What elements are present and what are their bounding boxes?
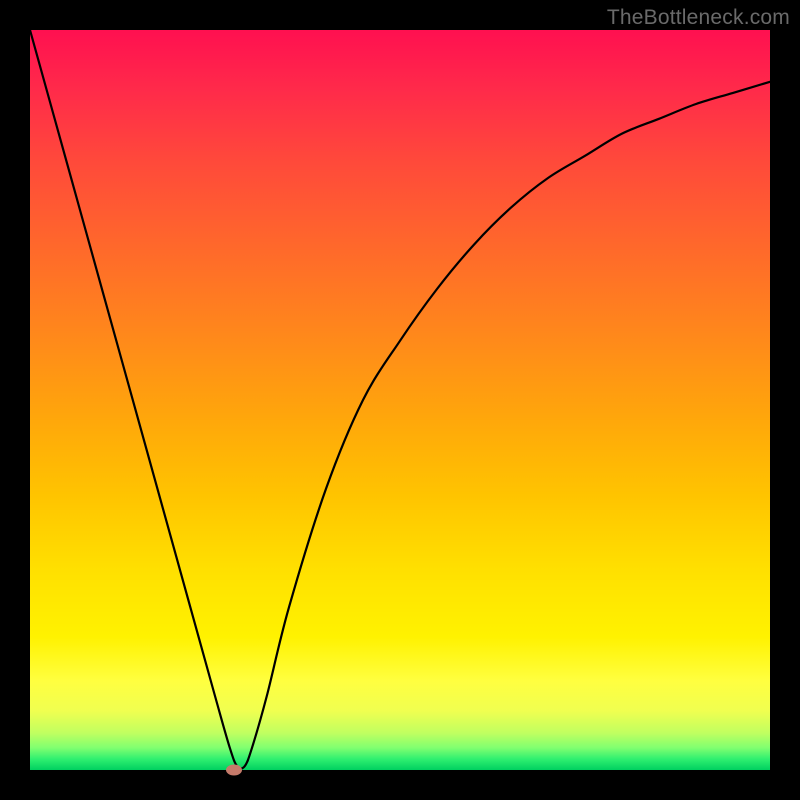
minimum-marker (226, 765, 242, 776)
plot-area (30, 30, 770, 770)
bottleneck-curve (30, 30, 770, 770)
watermark-text: TheBottleneck.com (607, 6, 790, 30)
curve-path (30, 30, 770, 769)
chart-frame: TheBottleneck.com (0, 0, 800, 800)
